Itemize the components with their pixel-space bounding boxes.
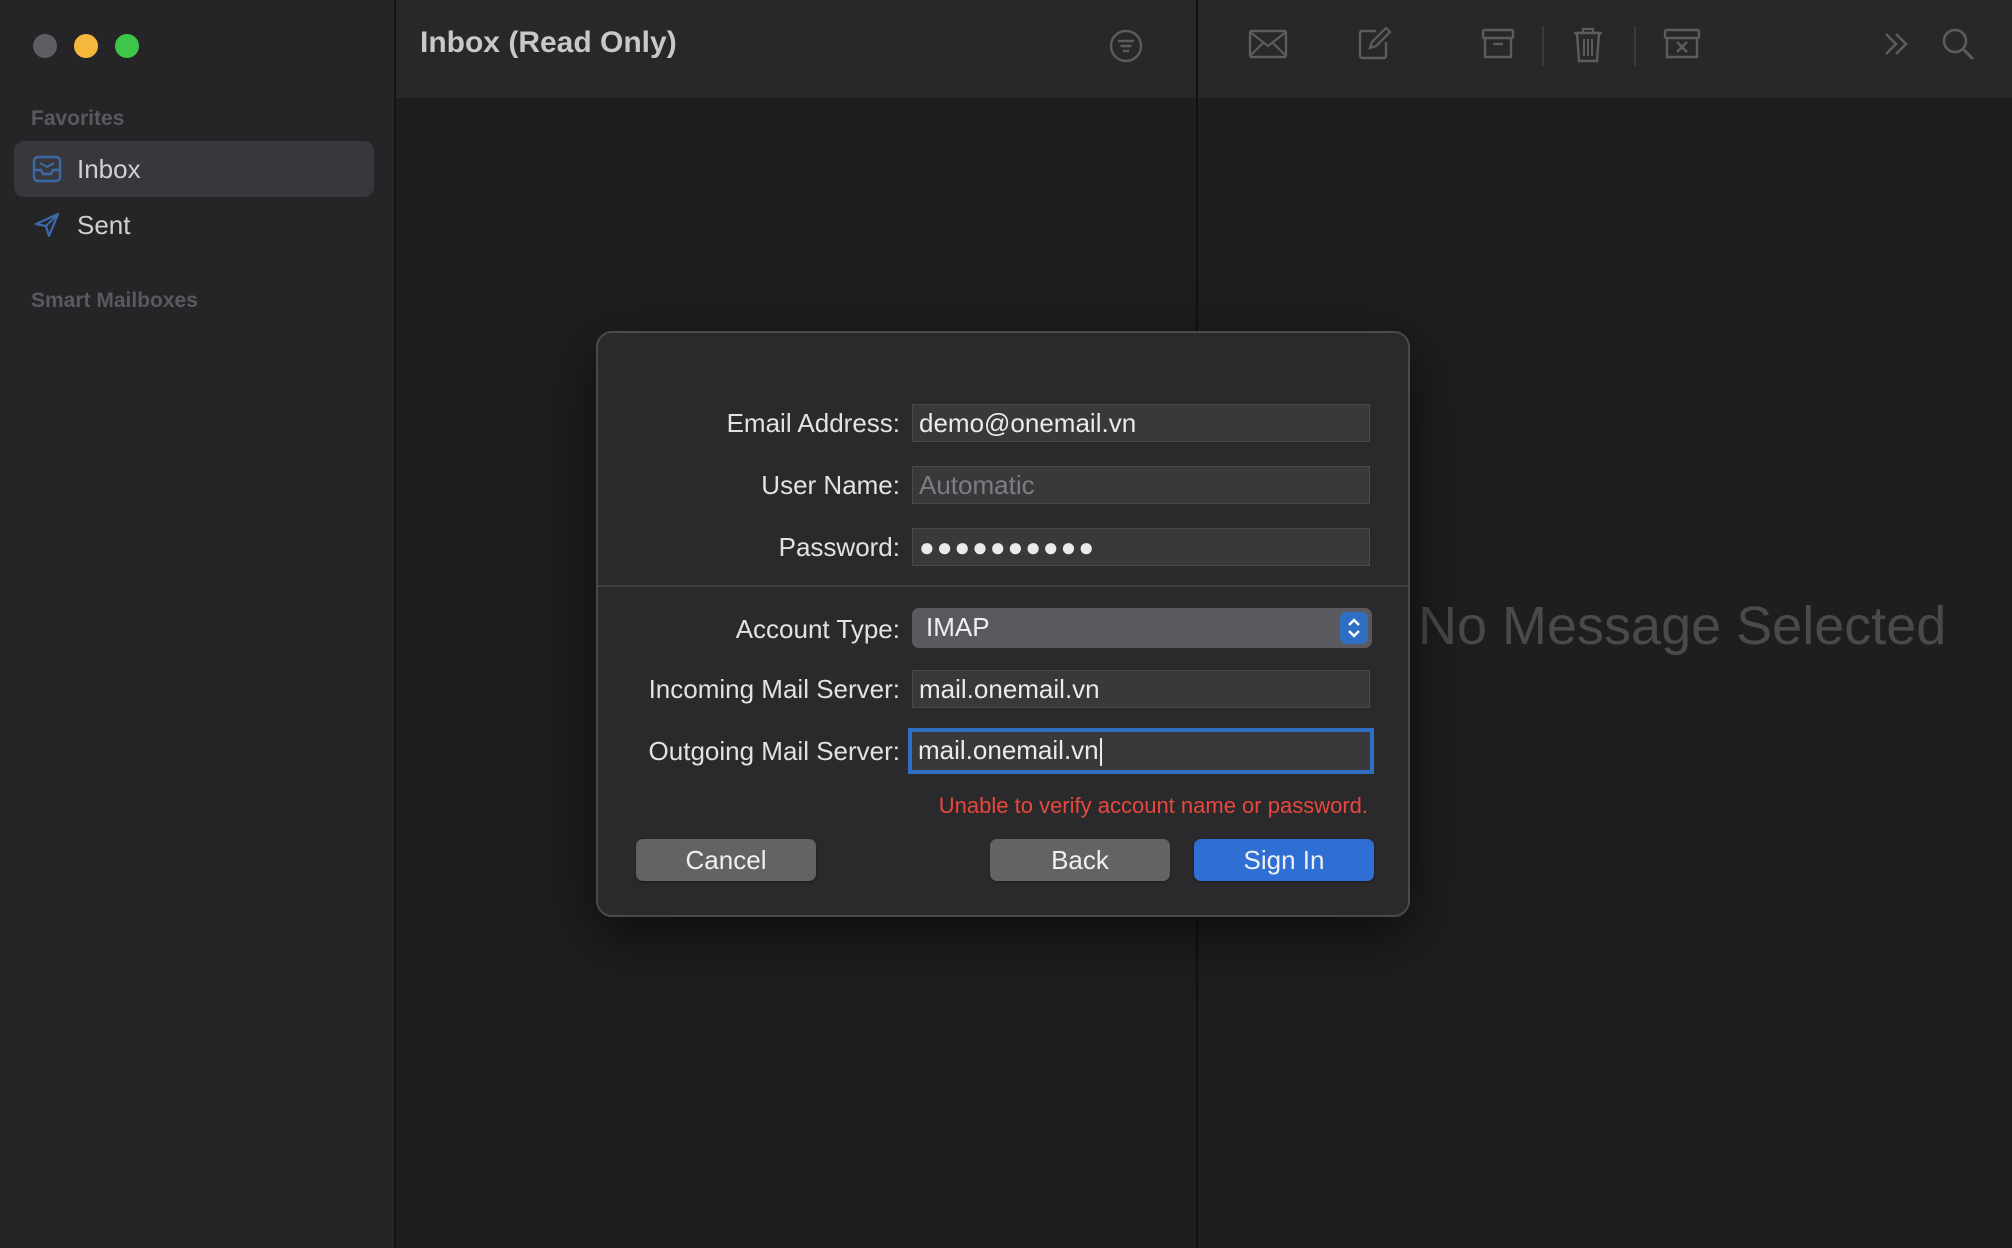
sidebar-item-label: Inbox xyxy=(77,153,141,184)
archive-icon[interactable] xyxy=(1480,26,1516,67)
sign-in-button[interactable]: Sign In xyxy=(1194,839,1374,881)
sidebar-item-label: Sent xyxy=(77,209,131,240)
sidebar-item-inbox[interactable]: Inbox xyxy=(14,141,374,197)
password-field[interactable]: ●●●●●●●●●● xyxy=(912,528,1370,566)
toolbar-separator xyxy=(1634,26,1636,66)
zoom-window-button[interactable] xyxy=(115,34,139,58)
error-message: Unable to verify account name or passwor… xyxy=(938,793,1368,818)
message-list-toolbar: Inbox (Read Only) xyxy=(396,0,1196,98)
smart-mailboxes-section-label: Smart Mailboxes xyxy=(31,289,198,312)
message-toolbar xyxy=(1198,0,2012,98)
text-cursor xyxy=(1099,738,1102,767)
mailbox-title: Inbox (Read Only) xyxy=(420,26,677,59)
account-type-label: Account Type: xyxy=(735,614,900,644)
account-setup-dialog: Email Address: demo@onemail.vn User Name… xyxy=(596,331,1410,917)
account-type-row: Account Type: IMAP xyxy=(598,608,1412,648)
cancel-button[interactable]: Cancel xyxy=(636,839,816,881)
outgoing-server-row: Outgoing Mail Server: mail.onemail.vn xyxy=(598,728,1412,774)
outgoing-server-field[interactable]: mail.onemail.vn xyxy=(908,728,1374,774)
account-type-value: IMAP xyxy=(926,612,990,642)
more-chevrons-icon[interactable] xyxy=(1882,26,1912,67)
favorites-section-label: Favorites xyxy=(31,107,125,130)
email-field[interactable]: demo@onemail.vn xyxy=(912,404,1370,442)
username-row: User Name: Automatic xyxy=(598,466,1412,506)
email-row: Email Address: demo@onemail.vn xyxy=(598,404,1412,444)
username-field[interactable]: Automatic xyxy=(912,466,1370,504)
back-button[interactable]: Back xyxy=(990,839,1170,881)
close-window-button[interactable] xyxy=(33,34,57,58)
dialog-divider xyxy=(598,585,1408,587)
outgoing-server-value: mail.onemail.vn xyxy=(918,735,1099,765)
account-type-select[interactable]: IMAP xyxy=(912,608,1372,648)
username-label: User Name: xyxy=(761,470,900,500)
trash-icon[interactable] xyxy=(1572,26,1604,69)
junk-icon[interactable] xyxy=(1662,26,1702,67)
incoming-server-label: Incoming Mail Server: xyxy=(648,674,900,704)
incoming-server-field[interactable]: mail.onemail.vn xyxy=(912,670,1370,708)
incoming-server-row: Incoming Mail Server: mail.onemail.vn xyxy=(598,670,1412,710)
inbox-tray-icon xyxy=(31,153,63,185)
outgoing-server-label: Outgoing Mail Server: xyxy=(648,736,900,766)
filter-icon[interactable] xyxy=(1108,28,1144,69)
no-message-placeholder: No Message Selected xyxy=(1418,596,1947,656)
password-row: Password: ●●●●●●●●●● xyxy=(598,528,1412,568)
toolbar-separator xyxy=(1542,26,1544,66)
window-controls xyxy=(33,34,139,58)
compose-icon[interactable] xyxy=(1356,26,1392,67)
email-label: Email Address: xyxy=(726,408,900,438)
paper-plane-icon xyxy=(31,209,63,241)
sidebar: Favorites Inbox Sent Smart Mailboxes xyxy=(0,0,396,1248)
envelope-icon[interactable] xyxy=(1248,26,1288,67)
sidebar-item-sent[interactable]: Sent xyxy=(14,197,374,253)
minimize-window-button[interactable] xyxy=(74,34,98,58)
search-icon[interactable] xyxy=(1940,26,1976,67)
password-label: Password: xyxy=(778,532,900,562)
chevron-updown-icon xyxy=(1340,612,1368,644)
